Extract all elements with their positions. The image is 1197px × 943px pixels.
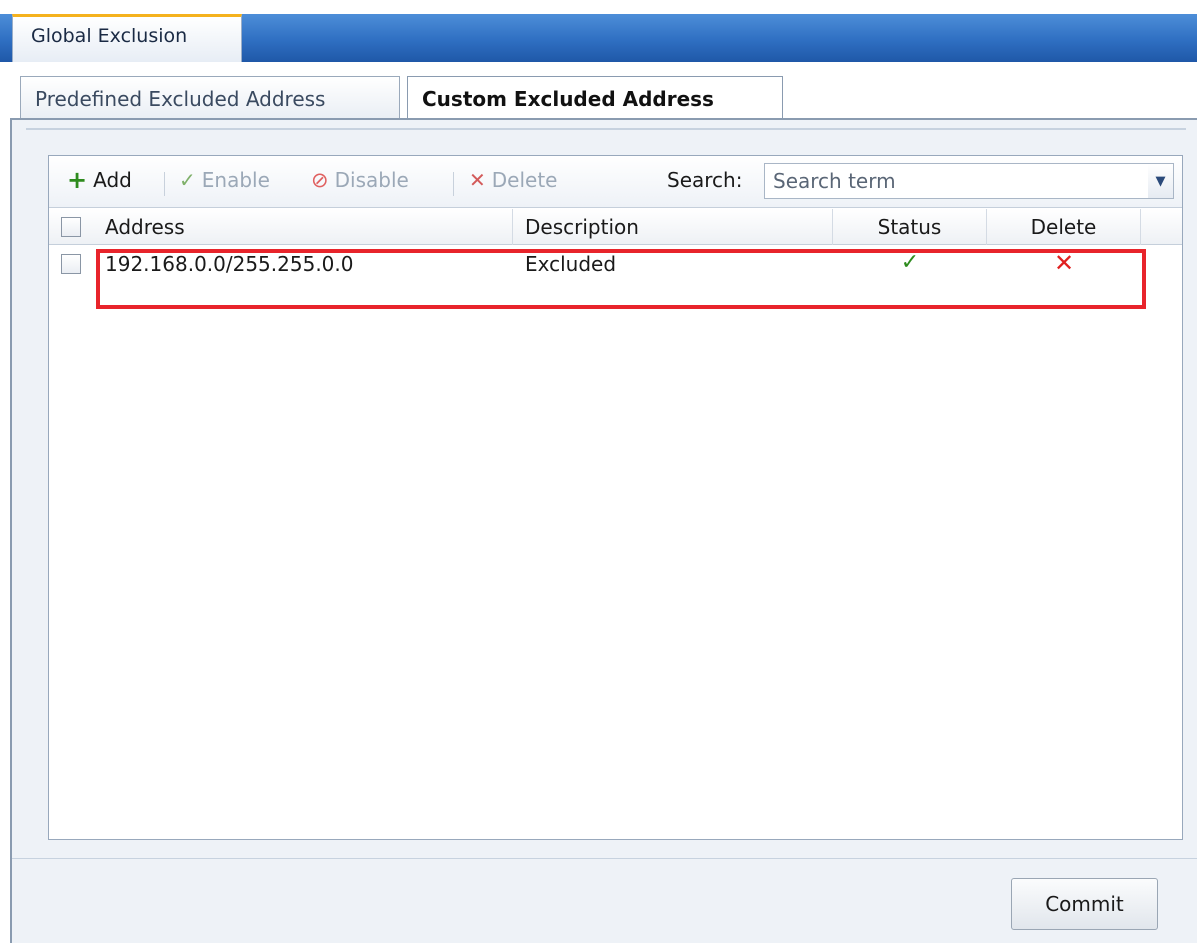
- toolbar-separator: [164, 172, 165, 196]
- frame-divider: [26, 128, 1186, 130]
- x-icon: ✕: [469, 168, 486, 192]
- footer-divider: [12, 858, 1197, 859]
- column-header-delete[interactable]: Delete: [987, 209, 1141, 245]
- column-header-address[interactable]: Address: [93, 209, 513, 245]
- tab-label: Predefined Excluded Address: [35, 87, 326, 111]
- disable-button[interactable]: ⊘ Disable: [311, 168, 409, 192]
- highlight-annotation-box: [96, 249, 1146, 309]
- plus-icon: +: [67, 166, 88, 194]
- tab-predefined-excluded-address[interactable]: Predefined Excluded Address: [20, 76, 400, 120]
- row-checkbox[interactable]: [61, 254, 81, 274]
- column-header-status[interactable]: Status: [833, 209, 987, 245]
- column-header-label: Description: [525, 215, 639, 239]
- check-icon: ✓: [179, 168, 196, 192]
- window-tab-label: Global Exclusion: [31, 25, 188, 47]
- delete-label: Delete: [491, 168, 558, 192]
- tab-custom-excluded-address[interactable]: Custom Excluded Address: [407, 76, 783, 122]
- title-bar: Global Exclusion: [0, 0, 1197, 62]
- commit-button[interactable]: Commit: [1011, 878, 1158, 930]
- enable-button[interactable]: ✓ Enable: [179, 168, 270, 192]
- add-label: Add: [93, 168, 132, 192]
- header-select-all: [49, 209, 93, 245]
- chevron-down-icon: ▼: [1155, 173, 1166, 189]
- select-all-checkbox[interactable]: [61, 217, 81, 237]
- ban-icon: ⊘: [311, 168, 329, 192]
- search-label: Search:: [667, 168, 743, 192]
- grid-header: Address Description Status Delete: [49, 209, 1182, 245]
- toolbar-separator: [453, 172, 454, 196]
- grid-toolbar: + Add ✓ Enable ⊘ Disable ✕ Delete Search…: [49, 156, 1182, 208]
- search-input[interactable]: [764, 163, 1149, 199]
- window-tab-global-exclusion[interactable]: Global Exclusion: [12, 14, 242, 62]
- enable-label: Enable: [201, 168, 270, 192]
- disable-label: Disable: [334, 168, 409, 192]
- column-header-description[interactable]: Description: [513, 209, 833, 245]
- column-header-label: Address: [105, 215, 185, 239]
- column-header-label: Delete: [1030, 215, 1097, 239]
- column-header-label: Status: [877, 215, 942, 239]
- delete-button[interactable]: ✕ Delete: [469, 168, 557, 192]
- tab-label: Custom Excluded Address: [422, 87, 714, 111]
- add-button[interactable]: + Add: [67, 168, 132, 192]
- search-dropdown-button[interactable]: ▼: [1148, 163, 1174, 199]
